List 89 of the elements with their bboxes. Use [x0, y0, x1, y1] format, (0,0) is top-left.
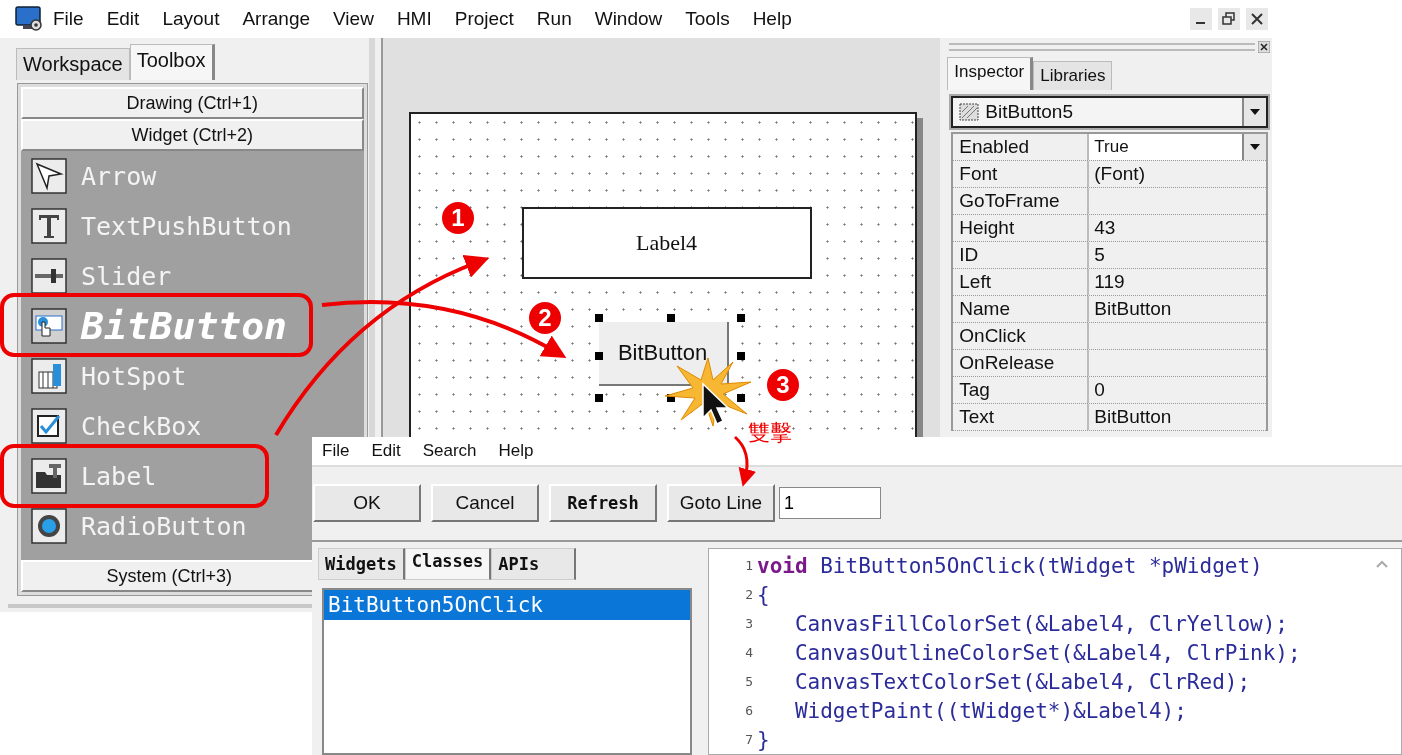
menu-item[interactable]: Project: [454, 8, 514, 30]
hand-pointer-icon[interactable]: [31, 308, 67, 344]
panel-tab[interactable]: Libraries: [1033, 61, 1113, 90]
code-line: void BitButton5OnClick(tWidget *pWidget): [757, 553, 1263, 578]
property-name: Height: [953, 215, 1090, 241]
slider-icon[interactable]: [31, 258, 67, 294]
hatched-square-icon: [959, 103, 980, 121]
minimize-icon[interactable]: [1190, 8, 1212, 30]
property-name: Name: [953, 296, 1090, 322]
menu-item[interactable]: File: [322, 440, 350, 461]
menu-item[interactable]: Edit: [106, 8, 140, 30]
toolbar-button[interactable]: OK: [313, 484, 421, 523]
menu-item[interactable]: Edit: [371, 440, 401, 461]
line-number: 2: [744, 587, 754, 602]
menu-item[interactable]: Help: [752, 8, 792, 30]
letter-t-icon[interactable]: [31, 208, 67, 244]
code-line: }: [757, 727, 770, 752]
panel-tab[interactable]: Inspector: [947, 57, 1034, 90]
line-number: 1: [744, 558, 754, 573]
menu-item[interactable]: HMI: [396, 8, 432, 30]
value-dropdown[interactable]: True: [1089, 134, 1266, 160]
close-icon[interactable]: [1258, 41, 1270, 53]
line-number: 7: [744, 732, 754, 747]
radio-icon[interactable]: [31, 508, 67, 544]
chart-icon[interactable]: [31, 358, 67, 394]
property-value[interactable]: 0: [1089, 377, 1266, 403]
panel-tab[interactable]: APIs: [491, 548, 577, 580]
panel-tab[interactable]: Toolbox: [129, 44, 215, 80]
panel-tab[interactable]: Widgets: [318, 548, 405, 580]
restore-icon[interactable]: [1218, 8, 1240, 30]
menu-item[interactable]: Search: [422, 440, 477, 461]
property-value[interactable]: BitButton: [1089, 296, 1266, 322]
code-line: WidgetPaint((tWidget*)&Label4);: [793, 698, 1187, 723]
toolbar-button[interactable]: Goto Line: [667, 484, 775, 523]
group-header[interactable]: Widget (Ctrl+2): [21, 119, 364, 151]
line-number: 3: [744, 616, 754, 631]
menu-item[interactable]: File: [53, 8, 84, 30]
property-name: Text: [953, 404, 1090, 430]
resize-handle[interactable]: [594, 352, 603, 360]
property-name: OnRelease: [953, 350, 1090, 376]
property-name: Left: [953, 269, 1090, 295]
list-item[interactable]: BitButton5OnClick: [324, 590, 690, 620]
property-name: ID: [953, 242, 1090, 268]
property-value[interactable]: BitButton: [1089, 404, 1266, 430]
menu-item[interactable]: View: [333, 8, 374, 30]
folder-icon[interactable]: [31, 458, 67, 494]
property-name: GoToFrame: [953, 188, 1090, 214]
dropdown-arrow-icon: [1249, 108, 1261, 116]
panel-grip[interactable]: [949, 43, 1255, 51]
plane-icon[interactable]: [31, 158, 67, 194]
resize-handle[interactable]: [736, 394, 745, 402]
menu-item[interactable]: Layout: [162, 8, 220, 30]
code-line: CanvasOutlineColorSet(&Label4, ClrPink);: [793, 640, 1301, 665]
property-name: OnClick: [953, 323, 1090, 349]
panel-tab[interactable]: Workspace: [16, 48, 130, 80]
line-number-field[interactable]: 1: [779, 487, 881, 520]
line-number: 4: [744, 645, 754, 660]
close-icon[interactable]: [1246, 8, 1268, 30]
resize-handle[interactable]: [594, 394, 603, 402]
resize-handle[interactable]: [736, 314, 745, 322]
toolbar-button[interactable]: Refresh: [549, 484, 657, 523]
object-dropdown[interactable]: BitButton5: [951, 96, 1268, 128]
bit-button-widget[interactable]: BitButton: [598, 322, 729, 386]
menu-item[interactable]: Run: [536, 8, 572, 30]
monitor-gear-icon[interactable]: [15, 6, 43, 32]
menu-item[interactable]: Arrange: [242, 8, 311, 30]
menu-item[interactable]: Tools: [685, 8, 730, 30]
menu-item[interactable]: Window: [594, 8, 663, 30]
resize-handle[interactable]: [666, 314, 675, 322]
menu-item[interactable]: Help: [498, 440, 534, 461]
resize-handle[interactable]: [736, 352, 745, 360]
property-value[interactable]: 5: [1089, 242, 1266, 268]
dropdown-arrow-icon: [1249, 143, 1261, 151]
line-number: 5: [744, 674, 754, 689]
property-name: Tag: [953, 377, 1090, 403]
resize-handle[interactable]: [594, 314, 603, 322]
property-value[interactable]: (Font): [1089, 161, 1266, 187]
property-value[interactable]: 119: [1089, 269, 1266, 295]
panel-tab[interactable]: Classes: [404, 548, 492, 580]
line-number: 6: [744, 703, 754, 718]
property-name: Font: [953, 161, 1090, 187]
code-line: {: [757, 582, 770, 607]
toolbar-button[interactable]: Cancel: [431, 484, 539, 523]
checkbox-icon[interactable]: [31, 408, 67, 444]
code-line: CanvasFillColorSet(&Label4, ClrYellow);: [793, 611, 1288, 636]
code-line: CanvasTextColorSet(&Label4, ClrRed);: [793, 669, 1251, 694]
property-value[interactable]: 43: [1089, 215, 1266, 241]
group-header[interactable]: Drawing (Ctrl+1): [21, 87, 364, 119]
label-widget[interactable]: Label4: [521, 207, 812, 279]
